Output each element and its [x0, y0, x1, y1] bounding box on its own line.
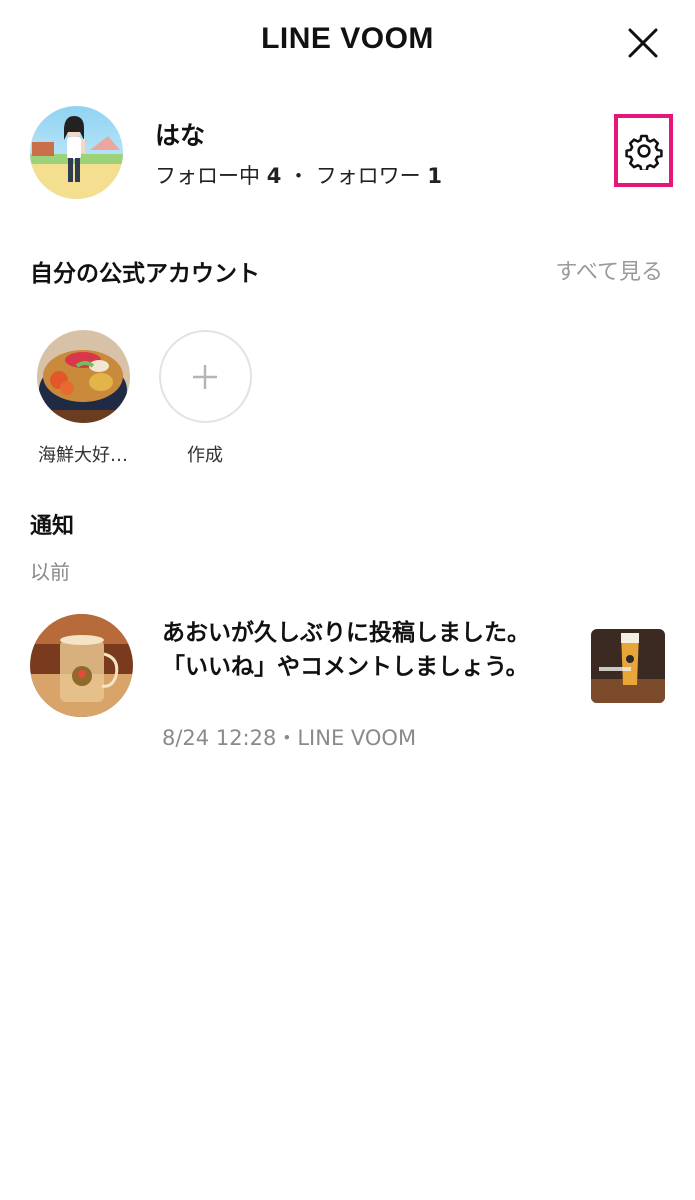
notifications-group-label: 以前: [30, 560, 70, 584]
line-voom-profile-page: LINE VOOM はな フォロー中 4 ・ フォロワー 1 自分の公式アカウン…: [0, 0, 695, 1200]
account-thumbnail: [36, 330, 130, 423]
settings-button[interactable]: [614, 114, 673, 187]
create-account-item[interactable]: 作成: [150, 330, 260, 467]
profile-name: はな: [155, 121, 206, 150]
official-account-item[interactable]: 海鮮大好…: [28, 330, 138, 467]
beer-image: [591, 629, 665, 703]
page-title: LINE VOOM: [261, 22, 434, 55]
following-count: 4: [266, 164, 282, 188]
tea-glass-image: [30, 614, 133, 717]
follow-stats[interactable]: フォロー中 4 ・ フォロワー 1: [155, 160, 442, 190]
notification-meta: 8/24 12:28・LINE VOOM: [162, 726, 417, 750]
follow-separator: ・: [288, 164, 309, 188]
header: LINE VOOM: [0, 0, 695, 84]
plus-icon: [193, 364, 217, 389]
followers-label: フォロワー: [315, 164, 421, 188]
create-account-label: 作成: [187, 445, 223, 466]
close-button[interactable]: [622, 22, 664, 64]
notification-item[interactable]: あおいが久しぶりに投稿しました。「いいね」やコメントしましょう。 8/24 12…: [0, 612, 695, 762]
see-all-link[interactable]: すべて見る: [555, 254, 663, 286]
notification-text: あおいが久しぶりに投稿しました。「いいね」やコメントしましょう。: [162, 620, 530, 680]
followers-count: 1: [427, 164, 442, 188]
seafood-bowl-image: [36, 330, 130, 423]
notifications-title: 通知: [30, 514, 75, 539]
avatar-image: [30, 106, 123, 199]
notification-avatar: [30, 614, 133, 717]
close-icon: [628, 28, 658, 58]
official-accounts-title: 自分の公式アカウント: [30, 261, 260, 287]
profile-avatar[interactable]: [30, 106, 123, 199]
following-label: フォロー中: [155, 164, 260, 188]
gear-icon: [624, 134, 663, 170]
notification-post-thumbnail[interactable]: [591, 629, 665, 703]
account-label: 海鮮大好…: [38, 445, 128, 466]
create-account-button[interactable]: [158, 330, 252, 423]
